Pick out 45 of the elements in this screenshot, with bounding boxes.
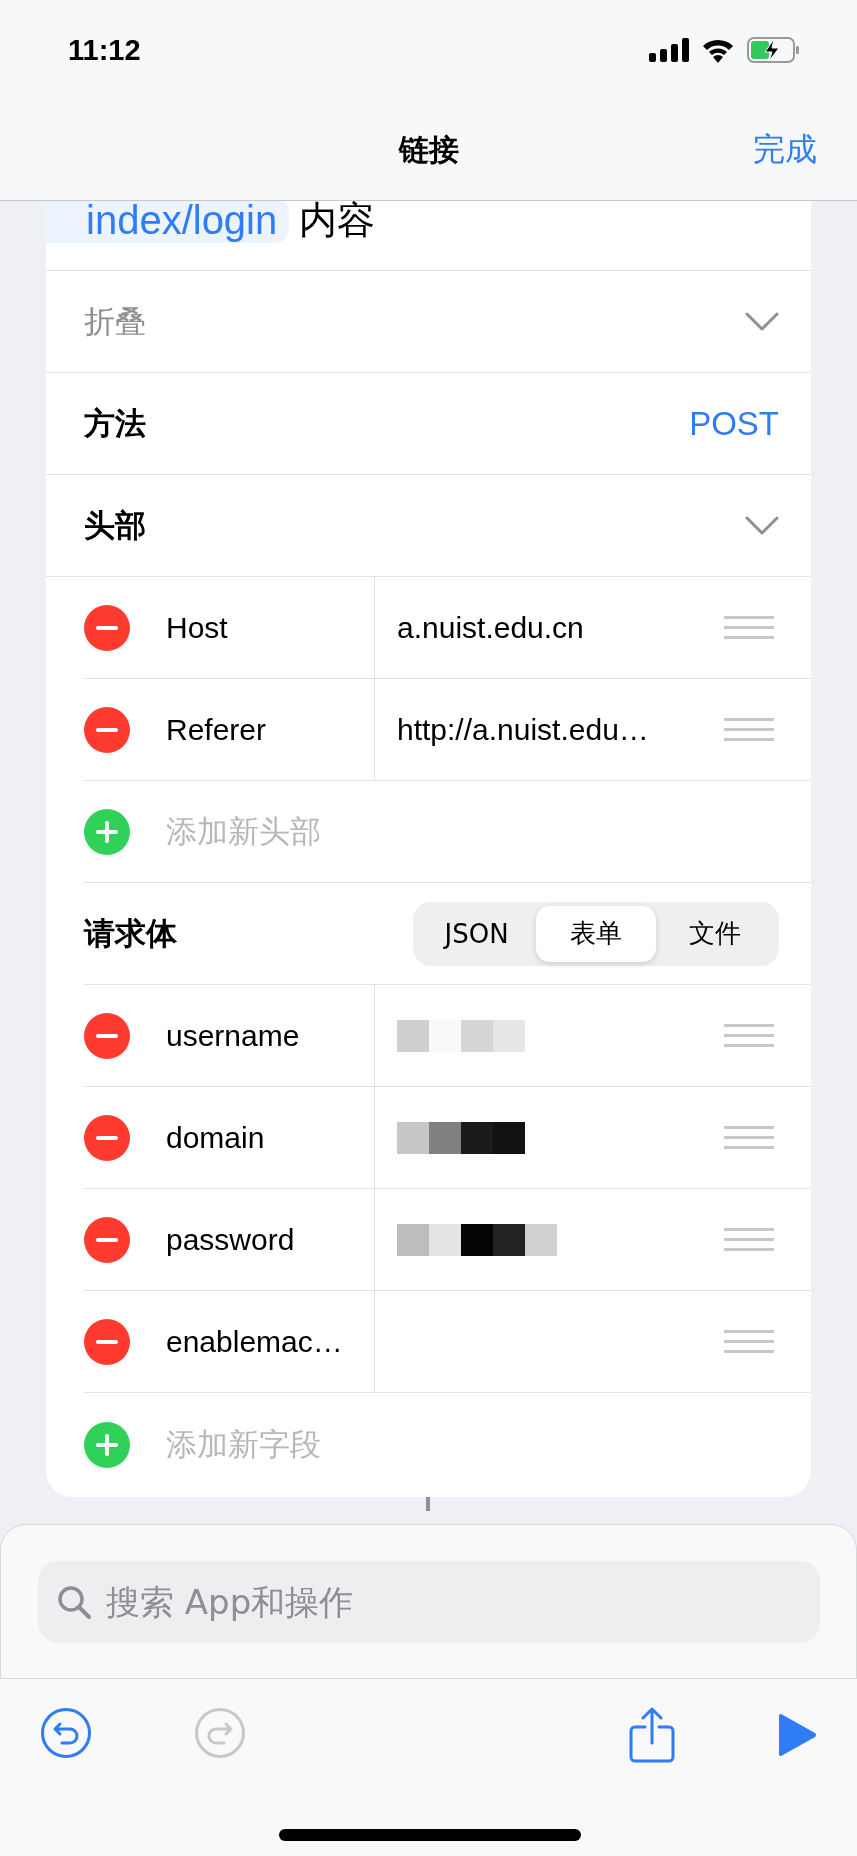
search-icon: [56, 1584, 92, 1620]
drag-handle-icon[interactable]: [724, 1022, 774, 1049]
row-label: 请求体: [84, 913, 177, 953]
header-value[interactable]: a.nuist.edu.cn: [397, 610, 584, 645]
drag-handle-icon[interactable]: [724, 614, 774, 641]
header-key[interactable]: Host: [166, 610, 374, 645]
segment-tab[interactable]: JSON: [417, 905, 537, 962]
chevron-icon[interactable]: [745, 311, 779, 332]
url-token[interactable]: index/login: [46, 201, 290, 243]
battery-icon: [747, 37, 801, 63]
field-key[interactable]: password: [166, 1222, 374, 1257]
remove-icon[interactable]: [84, 706, 130, 753]
drag-handle-icon[interactable]: [724, 1226, 774, 1253]
url-text: 内容: [299, 201, 376, 244]
row-label: 折叠: [84, 301, 146, 341]
header-value[interactable]: http://a.nuist.edu…: [397, 712, 649, 747]
remove-icon[interactable]: [84, 1114, 130, 1161]
remove-icon[interactable]: [84, 604, 130, 651]
row-label: 方法: [84, 403, 146, 443]
chevron-icon[interactable]: [745, 515, 779, 536]
nav-title: 链接: [398, 130, 459, 169]
wifi-icon: [701, 37, 735, 63]
row-label: 头部: [84, 505, 146, 545]
remove-icon[interactable]: [84, 1012, 130, 1059]
done-button[interactable]: 完成: [753, 128, 817, 172]
drag-handle-icon[interactable]: [724, 1328, 774, 1355]
add-icon[interactable]: [84, 1422, 130, 1468]
segment-tab[interactable]: 表单: [536, 905, 656, 962]
field-key[interactable]: enablemac…: [166, 1324, 374, 1359]
play-icon[interactable]: [777, 1713, 817, 1757]
search-field[interactable]: 搜索 App和操作: [38, 1561, 820, 1643]
segment-tab[interactable]: 文件: [655, 905, 775, 962]
field-key[interactable]: domain: [166, 1120, 374, 1155]
drag-handle-icon[interactable]: [724, 716, 774, 743]
drag-handle-icon[interactable]: [724, 1124, 774, 1151]
remove-icon[interactable]: [84, 1216, 130, 1263]
share-icon[interactable]: [628, 1707, 675, 1763]
remove-icon[interactable]: [84, 1318, 130, 1365]
field-key[interactable]: username: [166, 1018, 374, 1053]
method-value[interactable]: POST: [689, 404, 779, 443]
header-key[interactable]: Referer: [166, 712, 374, 747]
signal-icon: [649, 38, 689, 62]
undo-icon[interactable]: [40, 1707, 92, 1759]
status-time: 11:12: [68, 33, 141, 67]
add-icon[interactable]: [84, 808, 130, 855]
